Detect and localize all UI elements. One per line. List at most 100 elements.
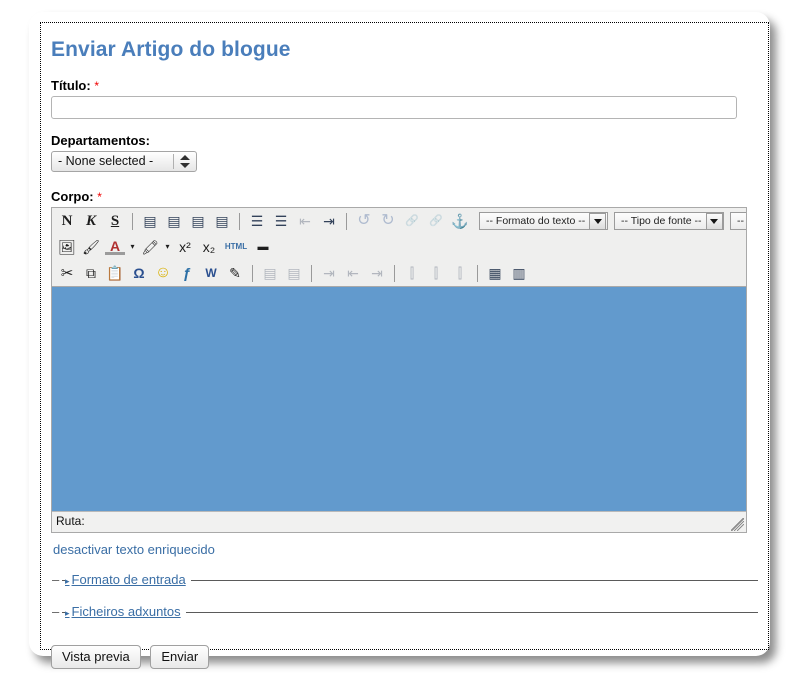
merge-cells-left-icon: ⇤ [343,263,363,283]
horizontal-rule-icon[interactable]: ▬ [253,237,273,257]
font-size-select[interactable]: -- Tamaño do texto -- [730,212,746,230]
page-panel: Enviar Artigo do blogue Título: * Depart… [29,12,770,656]
font-family-select[interactable]: -- Tipo de fonte -- [614,212,724,230]
text-format-select-label: -- Formato do texto -- [480,215,589,227]
paste-from-word-icon[interactable]: W [201,263,221,283]
unlink-icon: 🔗 [426,211,446,231]
toolbar-separator [477,265,478,282]
align-left-icon[interactable]: ▤ [140,211,160,231]
anchor-icon[interactable]: ⚓ [450,211,470,231]
toolbar-separator [346,213,347,230]
select-divider [173,154,174,169]
insert-image-icon[interactable]: 🖼 [57,237,77,257]
title-field-block: Título: * [51,78,758,119]
resize-grip-handle[interactable] [731,518,744,531]
editor-body-textarea[interactable] [52,286,746,512]
title-required-marker: * [94,79,99,93]
form-button-bar: Vista previa Enviar [51,645,758,669]
editor-path-label: Ruta: [56,514,85,528]
italic-icon[interactable]: K [81,211,101,231]
chevron-updown-icon [179,154,191,169]
link-icon: 🔗 [402,211,422,231]
copy-icon[interactable]: ⧉ [81,263,101,283]
numbered-list-icon[interactable]: ☰ [271,211,291,231]
insert-flash-icon[interactable]: ƒ [177,263,197,283]
delete-column-icon: ⫿ [426,263,446,283]
insert-column-icon: ⫿ [402,263,422,283]
text-color-icon[interactable]: A [105,239,125,255]
insert-table-icon[interactable]: ▦ [485,263,505,283]
body-required-marker: * [97,190,102,204]
fieldset-legend-text: Ficheiros adxuntos [72,604,181,619]
superscript-icon[interactable]: x² [175,237,195,257]
body-field-label: Corpo: * [51,189,758,204]
align-justify-icon[interactable]: ▤ [212,211,232,231]
underline-icon-glyph: S [111,214,119,229]
highlight-color-icon[interactable]: 🖍 [140,237,160,257]
fieldset-legend-input-format[interactable]: ▸Formato de entrada [65,572,191,587]
preview-button[interactable]: Vista previa [51,645,141,669]
fieldset-collapse-dash: – [51,572,62,587]
text-format-select[interactable]: -- Formato do texto -- [479,212,608,230]
departments-select-value: - None selected - [58,154,153,168]
editor-toolbar-row-2: 🖼🖌A▾🖍▾x²x₂HTML▬ [52,234,746,260]
triangle-right-icon: ▸ [65,576,70,586]
departments-select[interactable]: - None selected - [51,151,197,172]
page-title: Enviar Artigo do blogue [51,38,758,62]
departments-field-block: Departamentos: - None selected - [51,133,758,175]
html-source-icon[interactable]: HTML [223,237,249,257]
align-right-icon[interactable]: ▤ [188,211,208,231]
submit-button[interactable]: Enviar [150,645,209,669]
cut-icon[interactable]: ✂ [57,263,77,283]
font-family-select-label: -- Tipo de fonte -- [615,215,706,227]
outdent-icon: ⇤ [295,211,315,231]
fieldset-legend-text: Formato de entrada [72,572,186,587]
title-field-label: Título: * [51,78,758,93]
highlight-color-arrow-icon[interactable]: ▾ [163,237,172,257]
insert-row-icon: ▤ [260,263,280,283]
split-cell-icon: ⇥ [367,263,387,283]
toolbar-separator [311,265,312,282]
table-properties-icon[interactable]: ▥ [509,263,529,283]
split-column-icon: ⫿ [450,263,470,283]
fieldset-attachments: –▸Ficheiros adxuntos [51,599,758,627]
emoticon-icon[interactable]: ☺ [153,263,173,283]
special-character-icon[interactable]: Ω [129,263,149,283]
editor-toolbar-row-3: ✂⧉📋Ω☺ƒW✎▤▤⇥⇤⇥⫿⫿⫿▦▥ [52,260,746,286]
title-label-text: Título: [51,78,91,93]
edit-template-icon[interactable]: ✎ [225,263,245,283]
text-color-arrow-icon[interactable]: ▾ [128,237,137,257]
form-content-area: Enviar Artigo do blogue Título: * Depart… [40,22,769,650]
fieldset-legend-attachments[interactable]: ▸Ficheiros adxuntos [65,604,186,619]
indent-icon[interactable]: ⇥ [319,211,339,231]
redo-icon: ↻ [378,211,398,231]
toolbar-separator [132,213,133,230]
toolbar-separator [394,265,395,282]
fieldset-input-format: –▸Formato de entrada [51,567,758,595]
triangle-right-icon: ▸ [65,608,70,618]
chevron-down-icon[interactable] [706,213,723,230]
remove-format-icon[interactable]: 🖌 [81,237,101,257]
fieldset-collapse-dash: – [51,604,62,619]
paste-icon[interactable]: 📋 [105,263,125,283]
delete-row-icon: ▤ [284,263,304,283]
font-size-select-label: -- Tamaño do texto -- [731,215,746,227]
body-label-text: Corpo: [51,189,94,204]
italic-icon-glyph: K [86,214,96,229]
undo-icon: ↺ [354,211,374,231]
align-center-icon[interactable]: ▤ [164,211,184,231]
toolbar-separator [239,213,240,230]
toggle-rich-text-link[interactable]: desactivar texto enriquecido [53,542,215,557]
merge-cells-right-icon: ⇥ [319,263,339,283]
chevron-down-icon[interactable] [589,213,606,230]
bold-icon-glyph: N [62,214,73,229]
rich-text-editor: NKS▤▤▤▤☰☰⇤⇥↺↻🔗🔗⚓-- Formato do texto ----… [51,207,747,533]
underline-icon[interactable]: S [105,211,125,231]
departments-field-label: Departamentos: [51,133,758,148]
bold-icon[interactable]: N [57,211,77,231]
title-input[interactable] [51,96,737,119]
editor-status-bar: Ruta: [52,512,746,532]
fieldsets-container: –▸Formato de entrada–▸Ficheiros adxuntos [51,567,758,627]
bullet-list-icon[interactable]: ☰ [247,211,267,231]
subscript-icon[interactable]: x₂ [199,237,219,257]
